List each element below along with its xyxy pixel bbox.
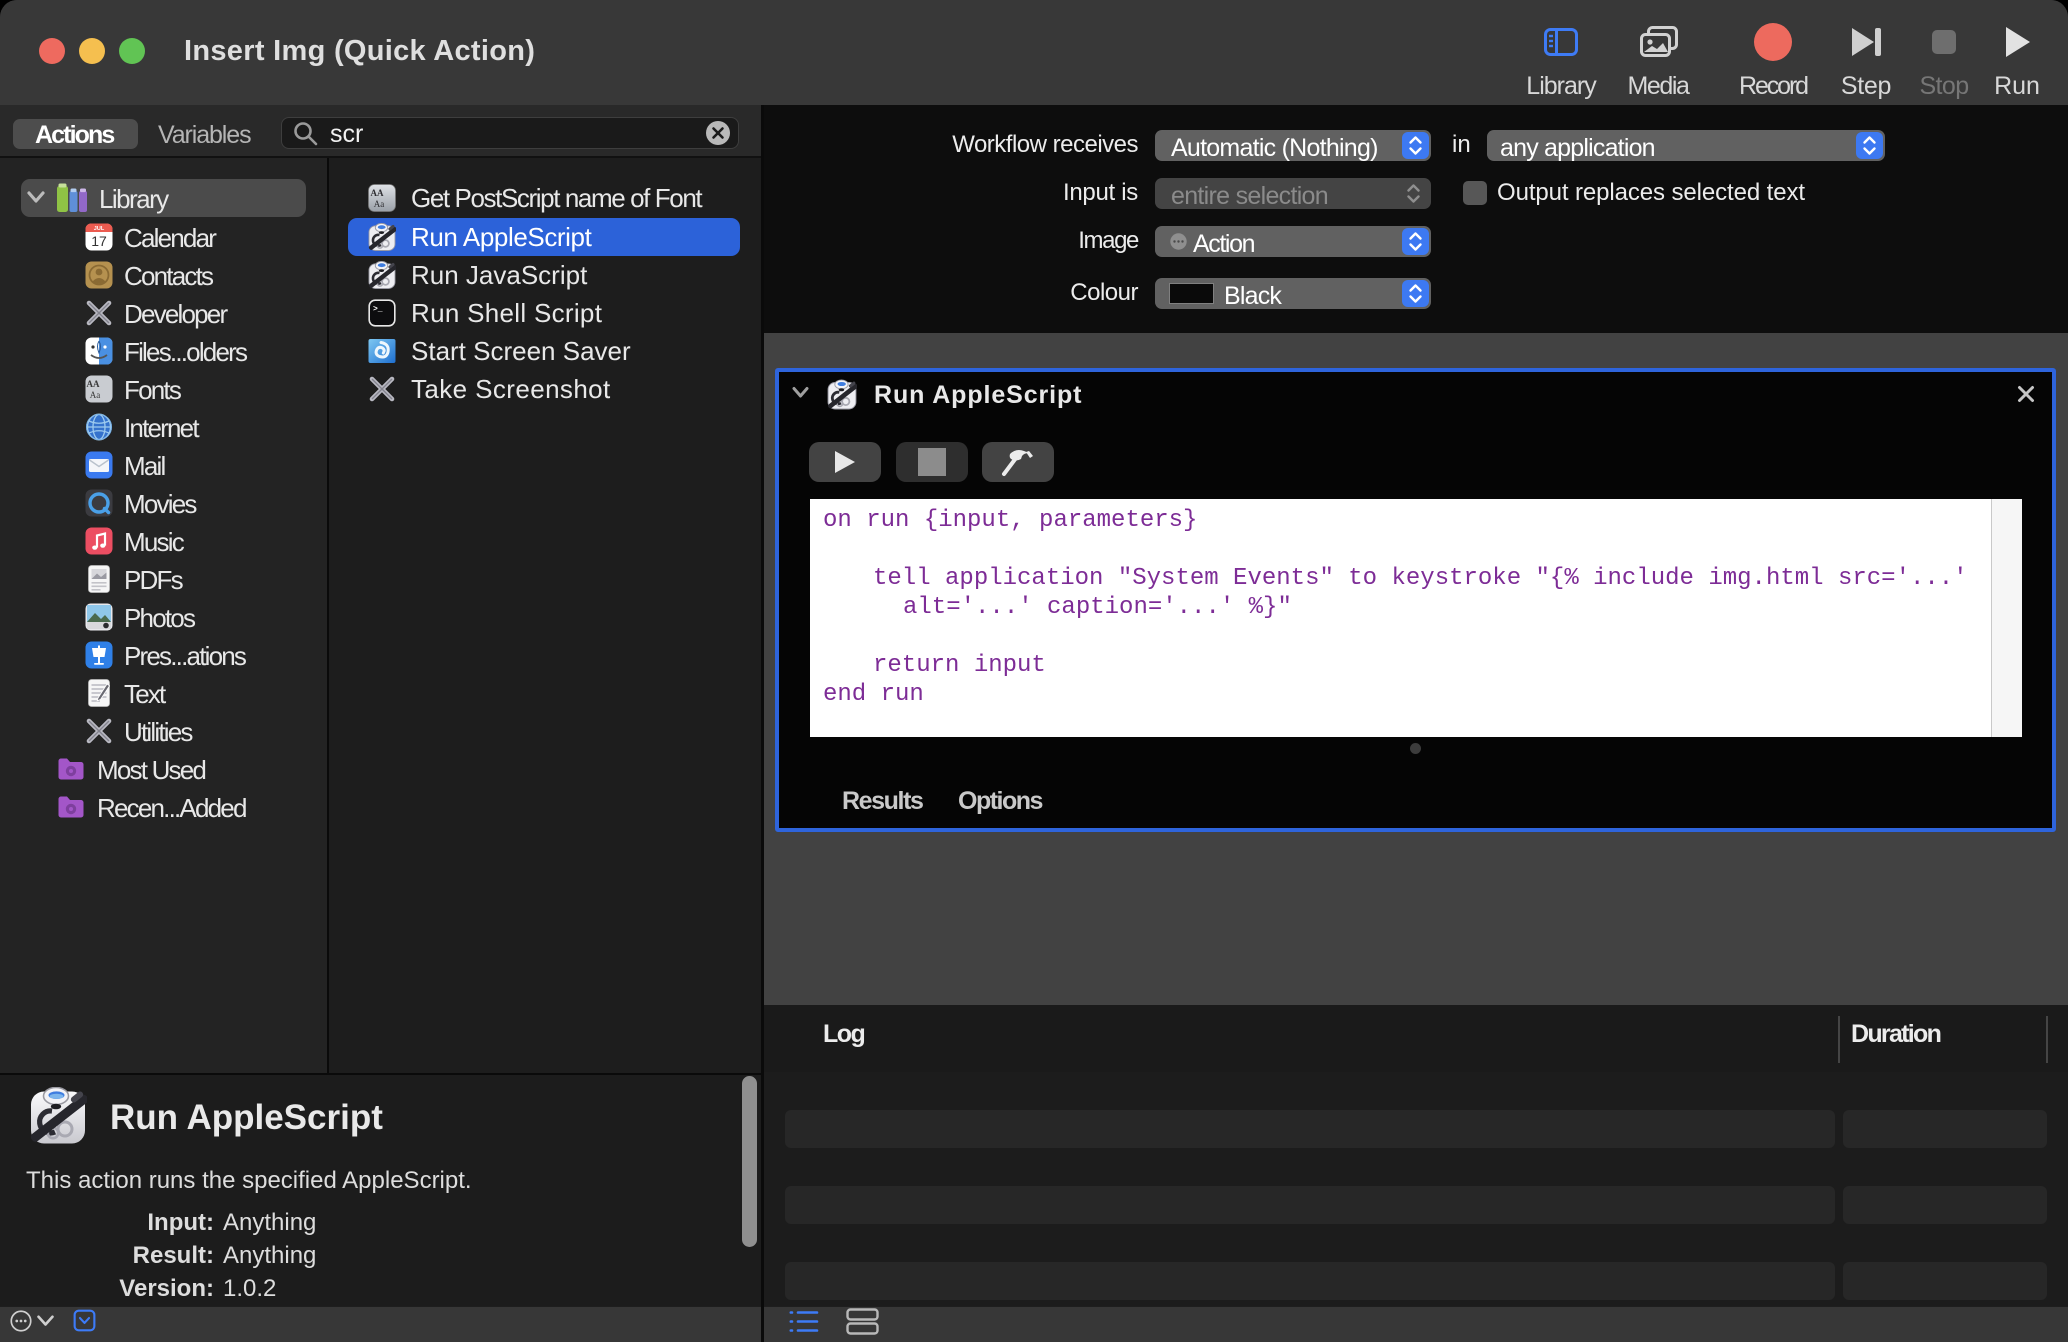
- svg-text:17: 17: [91, 233, 107, 249]
- svg-text:JUL: JUL: [94, 226, 105, 232]
- svg-text:AA: AA: [371, 188, 384, 198]
- svg-text:Aa: Aa: [90, 390, 101, 400]
- svg-text:Aa: Aa: [374, 199, 385, 209]
- svg-text:>_: >_: [373, 305, 383, 314]
- svg-text:AA: AA: [87, 379, 100, 389]
